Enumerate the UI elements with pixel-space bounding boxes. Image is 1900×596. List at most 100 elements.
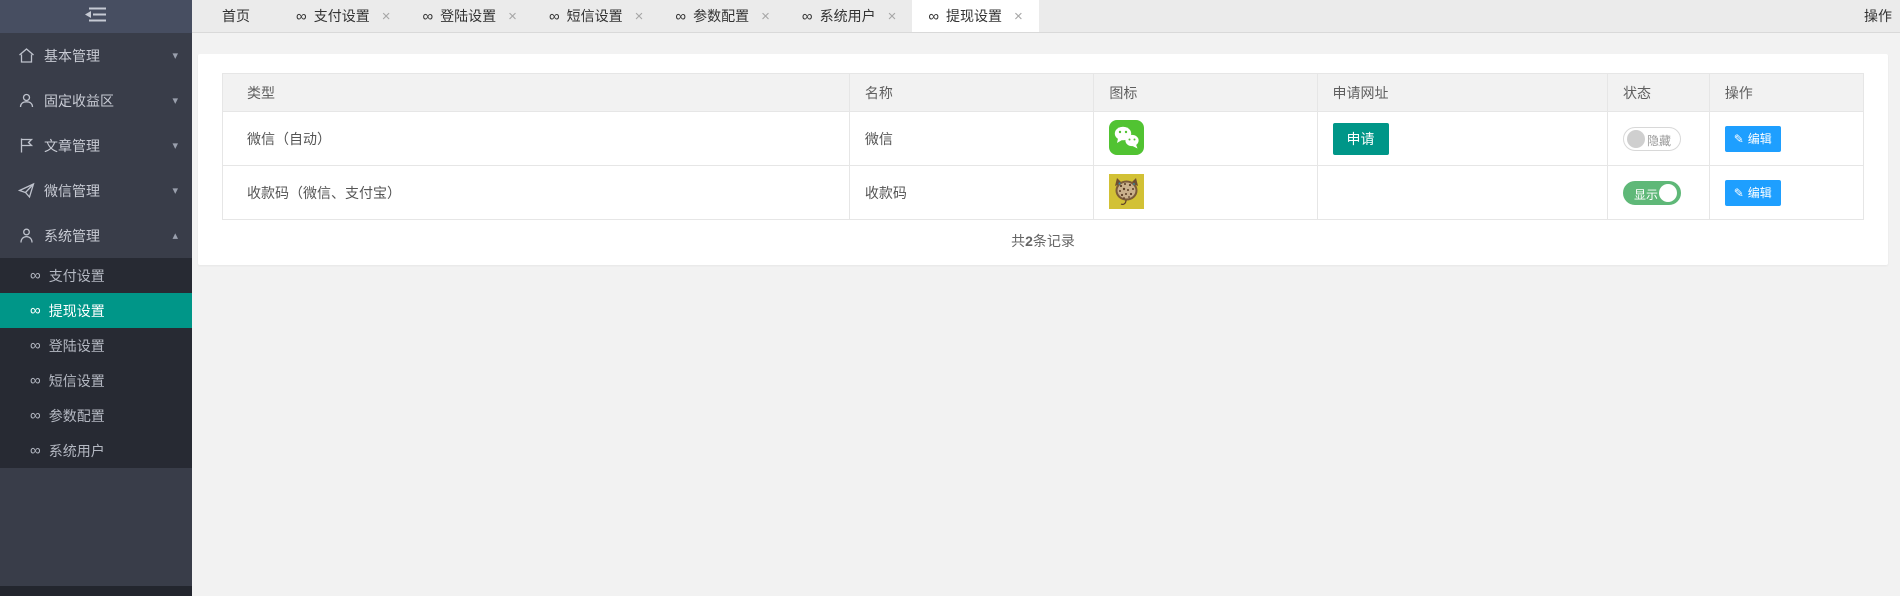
sidebar-subitem-label: 登陆设置 <box>49 336 105 356</box>
edit-button[interactable]: ✎ 编辑 <box>1725 126 1781 152</box>
sidebar-collapse-button[interactable] <box>0 0 192 33</box>
sidebar-item-sms-settings[interactable]: ∞ 短信设置 <box>0 363 192 398</box>
wechat-icon <box>1109 120 1301 158</box>
chevron-up-icon: ▴ <box>172 229 178 242</box>
home-icon <box>18 47 35 64</box>
tab-label: 首页 <box>222 6 250 26</box>
cell-operation: ✎ 编辑 <box>1709 166 1863 220</box>
chevron-down-icon: ▾ <box>172 94 178 107</box>
chevron-down-icon: ▾ <box>172 184 178 197</box>
person-icon <box>18 227 35 244</box>
column-header-operation: 操作 <box>1709 74 1863 112</box>
close-icon[interactable]: × <box>635 8 644 25</box>
link-icon: ∞ <box>30 373 41 388</box>
column-header-status: 状态 <box>1607 74 1709 112</box>
column-header-name: 名称 <box>849 74 1094 112</box>
link-icon: ∞ <box>30 408 41 423</box>
sidebar-item-basic-management[interactable]: 基本管理 ▾ <box>0 33 192 78</box>
sidebar-footer-strip <box>0 586 192 596</box>
sidebar-item-label: 基本管理 <box>44 46 100 66</box>
chevron-down-icon: ▾ <box>172 139 178 152</box>
pencil-icon: ✎ <box>1734 186 1744 200</box>
link-icon: ∞ <box>549 8 560 25</box>
apply-button[interactable]: 申请 <box>1333 123 1389 155</box>
sidebar-item-label: 文章管理 <box>44 136 100 156</box>
tab-label: 提现设置 <box>946 6 1002 26</box>
link-icon: ∞ <box>422 8 433 25</box>
sidebar-item-article-management[interactable]: 文章管理 ▾ <box>0 123 192 168</box>
sidebar-subitem-label: 系统用户 <box>49 441 105 461</box>
table-row: 收款码（微信、支付宝） 收款码 <box>223 166 1864 220</box>
sidebar-item-label: 微信管理 <box>44 181 100 201</box>
record-count-number: 2 <box>1025 233 1033 249</box>
tab-home[interactable]: 首页 <box>192 0 280 32</box>
sidebar-item-wechat-management[interactable]: 微信管理 ▾ <box>0 168 192 213</box>
tab-operations-dropdown[interactable]: 操作 <box>1848 0 1900 32</box>
toggle-knob <box>1627 130 1645 148</box>
tab-sms-settings[interactable]: ∞ 短信设置 × <box>533 0 659 32</box>
close-icon[interactable]: × <box>761 8 770 25</box>
withdrawal-settings-card: 类型 名称 图标 申请网址 状态 操作 微信（自动） 微信 <box>198 54 1888 265</box>
flag-icon <box>18 137 35 154</box>
cell-icon <box>1094 112 1317 166</box>
tab-parameter-config[interactable]: ∞ 参数配置 × <box>659 0 785 32</box>
column-header-icon: 图标 <box>1094 74 1317 112</box>
tab-label: 系统用户 <box>820 6 876 26</box>
sidebar-subitem-label: 短信设置 <box>49 371 105 391</box>
link-icon: ∞ <box>928 8 939 25</box>
record-count: 共2条记录 <box>222 231 1864 251</box>
sidebar-item-payment-settings[interactable]: ∞ 支付设置 <box>0 258 192 293</box>
column-header-type: 类型 <box>223 74 850 112</box>
link-icon: ∞ <box>30 443 41 458</box>
tab-login-settings[interactable]: ∞ 登陆设置 × <box>406 0 532 32</box>
sidebar-item-system-management[interactable]: 系统管理 ▴ <box>0 213 192 258</box>
close-icon[interactable]: × <box>508 8 517 25</box>
user-badge-icon <box>18 92 35 109</box>
withdrawal-settings-table: 类型 名称 图标 申请网址 状态 操作 微信（自动） 微信 <box>222 73 1864 220</box>
cell-type: 微信（自动） <box>223 112 850 166</box>
cell-name: 收款码 <box>849 166 1094 220</box>
sidebar-item-login-settings[interactable]: ∞ 登陆设置 <box>0 328 192 363</box>
record-count-suffix: 条记录 <box>1033 233 1075 249</box>
qrcode-image <box>1109 174 1301 212</box>
cell-status: 显示 <box>1607 166 1709 220</box>
link-icon: ∞ <box>30 268 41 283</box>
sidebar-item-label: 固定收益区 <box>44 91 114 111</box>
table-row: 微信（自动） 微信 <box>223 112 1864 166</box>
sidebar-subitem-label: 参数配置 <box>49 406 105 426</box>
sidebar-item-fixed-income[interactable]: 固定收益区 ▾ <box>0 78 192 123</box>
sidebar-item-withdrawal-settings[interactable]: ∞ 提现设置 <box>0 293 192 328</box>
sidebar-item-system-users[interactable]: ∞ 系统用户 <box>0 433 192 468</box>
link-icon: ∞ <box>802 8 813 25</box>
link-icon: ∞ <box>30 303 41 318</box>
cell-status: 隐藏 <box>1607 112 1709 166</box>
sidebar-subitem-label: 支付设置 <box>49 266 105 286</box>
tab-label: 登陆设置 <box>440 6 496 26</box>
sidebar-item-parameter-config[interactable]: ∞ 参数配置 <box>0 398 192 433</box>
cell-operation: ✎ 编辑 <box>1709 112 1863 166</box>
link-icon: ∞ <box>30 338 41 353</box>
hamburger-collapse-icon <box>85 7 107 27</box>
close-icon[interactable]: × <box>888 8 897 25</box>
edit-button-label: 编辑 <box>1748 130 1772 147</box>
cell-apply-url <box>1317 166 1607 220</box>
toggle-label: 显示 <box>1634 186 1658 203</box>
close-icon[interactable]: × <box>382 8 391 25</box>
tab-bar: 首页 ∞ 支付设置 × ∞ 登陆设置 × ∞ 短信设置 × ∞ 参数配置 × ∞… <box>192 0 1900 33</box>
cell-type: 收款码（微信、支付宝） <box>223 166 850 220</box>
edit-button[interactable]: ✎ 编辑 <box>1725 180 1781 206</box>
status-toggle-on[interactable]: 显示 <box>1623 181 1681 205</box>
chevron-down-icon: ▾ <box>172 49 178 62</box>
link-icon: ∞ <box>675 8 686 25</box>
tab-label: 支付设置 <box>314 6 370 26</box>
close-icon[interactable]: × <box>1014 8 1023 25</box>
status-toggle-off[interactable]: 隐藏 <box>1623 127 1681 151</box>
tab-label: 参数配置 <box>693 6 749 26</box>
sidebar-item-label: 系统管理 <box>44 226 100 246</box>
tab-payment-settings[interactable]: ∞ 支付设置 × <box>280 0 406 32</box>
cell-icon <box>1094 166 1317 220</box>
tab-system-users[interactable]: ∞ 系统用户 × <box>786 0 912 32</box>
tab-operations-label: 操作 <box>1864 6 1892 26</box>
system-management-submenu: ∞ 支付设置 ∞ 提现设置 ∞ 登陆设置 ∞ 短信设置 ∞ 参数配置 ∞ 系统用… <box>0 258 192 468</box>
tab-withdrawal-settings[interactable]: ∞ 提现设置 × <box>912 0 1038 32</box>
